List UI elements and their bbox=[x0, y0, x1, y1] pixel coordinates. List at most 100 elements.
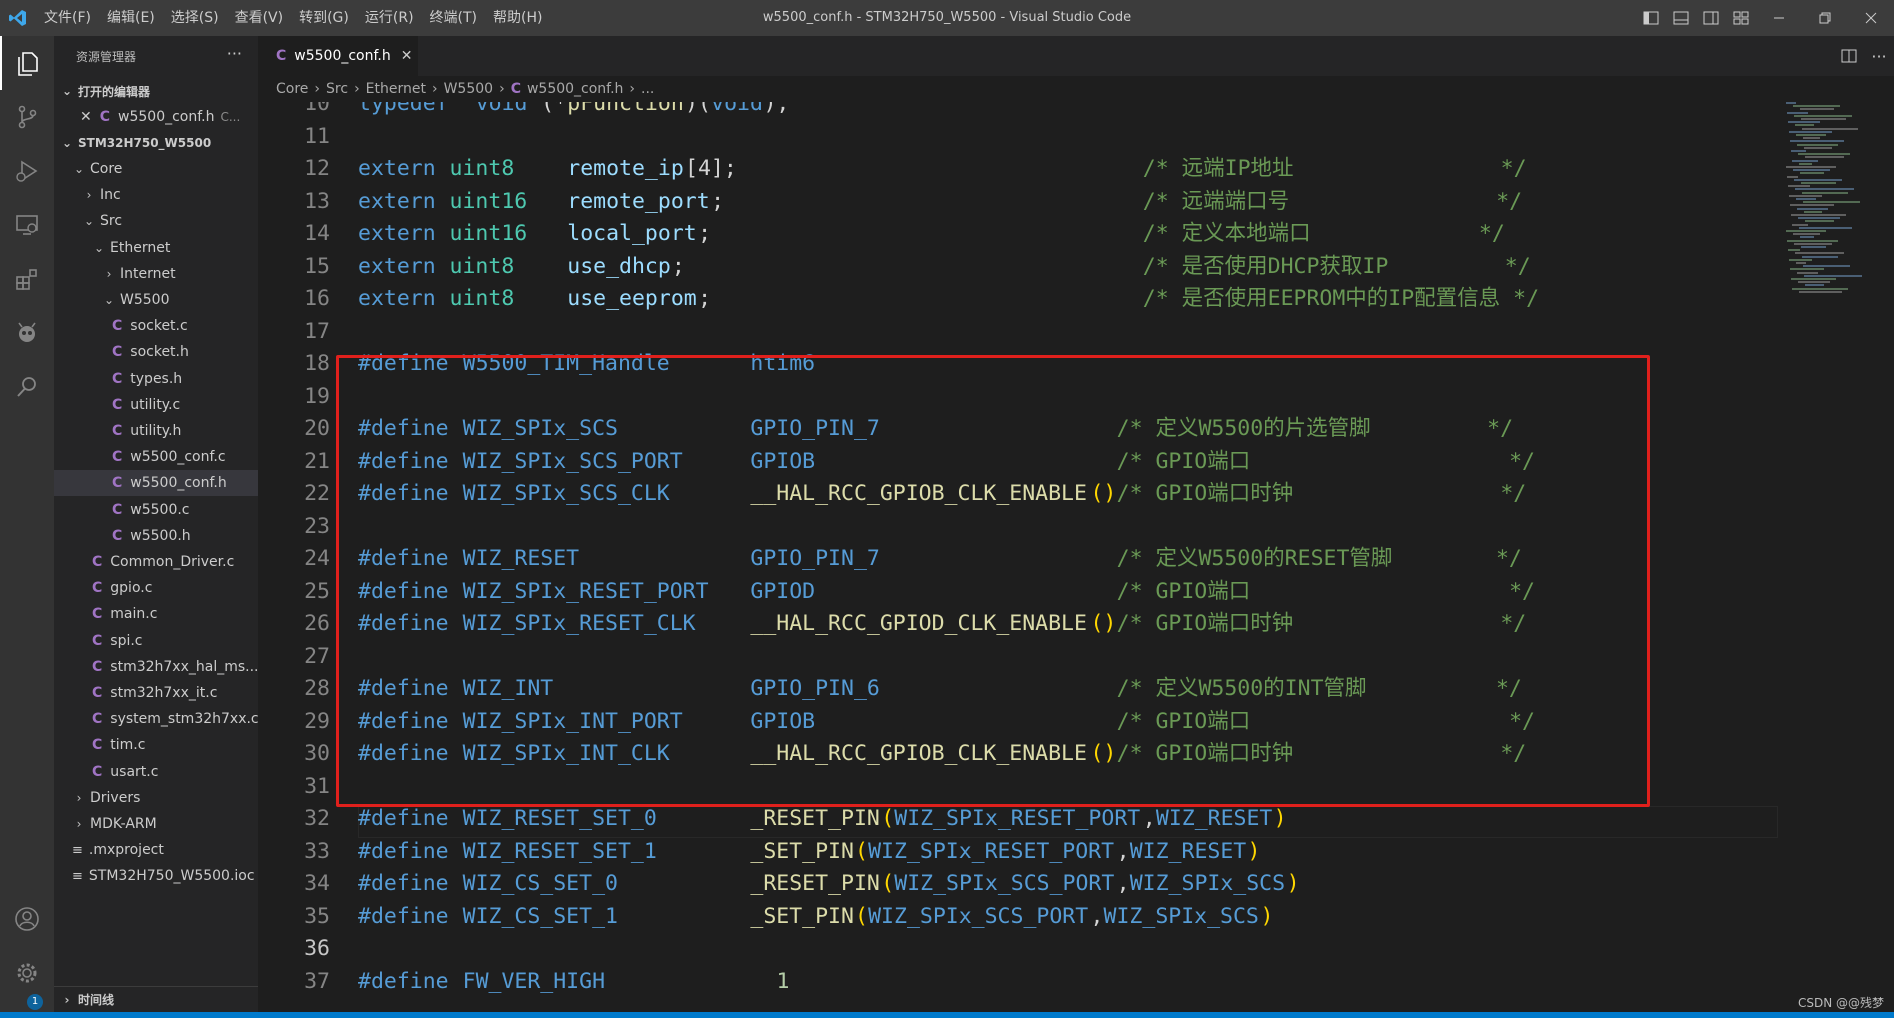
breadcrumb-item[interactable]: W5500 bbox=[444, 81, 493, 97]
extensions-icon[interactable] bbox=[0, 252, 54, 306]
tree-file[interactable]: Csocket.c bbox=[54, 313, 258, 339]
menu-item-0[interactable]: 文件(F) bbox=[36, 0, 99, 36]
open-editor-item[interactable]: ✕ C w5500_conf.h C... bbox=[54, 104, 258, 130]
tree-file[interactable]: Cspi.c bbox=[54, 628, 258, 654]
split-editor-icon[interactable] bbox=[1834, 38, 1864, 74]
text-file-icon: ≡ bbox=[72, 842, 83, 858]
tree-file[interactable]: Cgpio.c bbox=[54, 575, 258, 601]
open-editors-section[interactable]: ⌄ 打开的编辑器 bbox=[54, 78, 258, 104]
menu-item-3[interactable]: 查看(V) bbox=[227, 0, 292, 36]
minimap-line bbox=[1792, 287, 1848, 290]
tree-folder[interactable]: ⌄ W5500 bbox=[54, 287, 258, 313]
source-control-icon[interactable] bbox=[0, 90, 54, 144]
code-token: ) bbox=[1273, 806, 1287, 831]
breadcrumb-item[interactable]: ... bbox=[641, 81, 654, 97]
code-token: void bbox=[711, 102, 763, 116]
close-window-button[interactable] bbox=[1848, 0, 1894, 36]
code-token: WIZ_SPIx_SCS_PORT bbox=[894, 871, 1115, 896]
close-icon[interactable]: ✕ bbox=[80, 109, 92, 125]
tree-file[interactable]: Cutility.c bbox=[54, 392, 258, 418]
tree-folder[interactable]: › Drivers bbox=[54, 785, 258, 811]
tree-folder[interactable]: ⌄ Src bbox=[54, 208, 258, 234]
chevron-right-icon: › bbox=[499, 81, 505, 97]
tree-folder[interactable]: ⌄ Ethernet bbox=[54, 235, 258, 261]
tree-folder[interactable]: ⌄ Core bbox=[54, 156, 258, 182]
tree-file[interactable]: Csocket.h bbox=[54, 339, 258, 365]
manage-gear-icon[interactable] bbox=[0, 946, 54, 1000]
tree-file[interactable]: Cw5500.h bbox=[54, 523, 258, 549]
minimap-line bbox=[1795, 188, 1854, 191]
tree-file[interactable]: Cw5500_conf.h bbox=[54, 470, 258, 497]
menu-item-5[interactable]: 运行(R) bbox=[357, 0, 422, 36]
line-number: 35 bbox=[304, 903, 330, 929]
menu-item-7[interactable]: 帮助(H) bbox=[485, 0, 550, 36]
line-number: 19 bbox=[304, 383, 330, 409]
timeline-section[interactable]: › 时间线 bbox=[54, 986, 258, 1012]
minimap-line bbox=[1802, 191, 1848, 194]
activity-bar bbox=[0, 36, 54, 1018]
tree-file[interactable]: ≡ STM32H750_W5500.ioc bbox=[54, 863, 258, 889]
tree-file[interactable]: Ctim.c bbox=[54, 732, 258, 758]
tree-file[interactable]: Cutility.h bbox=[54, 418, 258, 444]
tab-w5500-conf-h[interactable]: C w5500_conf.h ✕ bbox=[258, 36, 418, 76]
minimize-button[interactable] bbox=[1756, 0, 1802, 36]
restore-button[interactable] bbox=[1802, 0, 1848, 36]
line-number: 17 bbox=[304, 318, 330, 344]
minimap-line bbox=[1796, 198, 1816, 200]
tree-file[interactable]: Cusart.c bbox=[54, 759, 258, 785]
c-file-icon: C bbox=[99, 109, 111, 125]
breadcrumb-item[interactable]: w5500_conf.h bbox=[527, 81, 623, 97]
minimap[interactable] bbox=[1786, 102, 1886, 362]
code-token: uint16 bbox=[449, 221, 528, 246]
tree-folder[interactable]: › MDK-ARM bbox=[54, 811, 258, 837]
code-token: [4]; bbox=[685, 156, 737, 181]
code-editor[interactable]: 10 typedef void (* pFunction)(void); 11 12 exte… bbox=[258, 102, 1894, 1018]
tree-file[interactable]: Cstm32h7xx_it.c bbox=[54, 680, 258, 706]
c-file-icon: C bbox=[112, 423, 123, 439]
project-section[interactable]: ⌄ STM32H750_W5500 bbox=[54, 130, 258, 156]
tree-file[interactable]: Csystem_stm32h7xx.c bbox=[54, 706, 258, 732]
minimap-line bbox=[1794, 114, 1852, 117]
tree-file[interactable]: Cw5500.c bbox=[54, 497, 258, 523]
platformio-alien-icon[interactable] bbox=[0, 306, 54, 360]
menu-item-6[interactable]: 终端(T) bbox=[422, 0, 485, 36]
breadcrumb-item[interactable]: Core bbox=[276, 81, 308, 97]
editor-more-actions-icon[interactable]: ··· bbox=[1864, 38, 1894, 74]
run-debug-icon[interactable] bbox=[0, 144, 54, 198]
tree-file[interactable]: Cstm32h7xx_hal_ms... bbox=[54, 654, 258, 680]
chevron-right-icon: › bbox=[629, 81, 636, 97]
tree-folder[interactable]: › Internet bbox=[54, 261, 258, 287]
toggle-panel-icon[interactable] bbox=[1666, 0, 1696, 36]
menu-item-2[interactable]: 选择(S) bbox=[163, 0, 227, 36]
code-token: (* bbox=[541, 102, 567, 116]
tree-file[interactable]: Ctypes.h bbox=[54, 366, 258, 392]
breadcrumb-item[interactable]: Src bbox=[326, 81, 348, 97]
tree-file[interactable]: Cw5500_conf.c bbox=[54, 444, 258, 470]
tree-item-label: Ethernet bbox=[110, 239, 171, 256]
code-line: 11 bbox=[258, 121, 1778, 153]
customize-layout-icon[interactable] bbox=[1726, 0, 1756, 36]
explorer-icon[interactable] bbox=[0, 36, 54, 90]
search-icon[interactable] bbox=[0, 360, 54, 414]
code-line: 36 bbox=[258, 933, 1778, 965]
tab-close-icon[interactable]: ✕ bbox=[401, 48, 413, 64]
tree-file[interactable]: Cmain.c bbox=[54, 601, 258, 627]
code-token: #define bbox=[358, 968, 449, 994]
remote-explorer-icon[interactable] bbox=[0, 198, 54, 252]
c-file-icon: C bbox=[92, 737, 103, 754]
code-token: /* 定义本地端口 */ bbox=[1142, 221, 1505, 246]
tree-item-label: Common_Driver.c bbox=[110, 554, 235, 570]
menu-item-1[interactable]: 编辑(E) bbox=[99, 0, 163, 36]
breadcrumb-item[interactable]: Ethernet bbox=[366, 81, 426, 97]
c-file-icon: C bbox=[112, 370, 123, 387]
tree-file[interactable]: ≡ .mxproject bbox=[54, 837, 258, 863]
toggle-primary-sidebar-icon[interactable] bbox=[1636, 0, 1666, 36]
more-actions-icon[interactable]: ··· bbox=[227, 44, 242, 63]
toggle-secondary-sidebar-icon[interactable] bbox=[1696, 0, 1726, 36]
code-token: uint8 bbox=[449, 253, 515, 279]
tree-file[interactable]: C Common_Driver.c bbox=[54, 549, 258, 575]
minimap-line bbox=[1797, 207, 1828, 210]
menu-item-4[interactable]: 转到(G) bbox=[291, 0, 357, 36]
accounts-icon[interactable] bbox=[0, 892, 54, 946]
tree-folder[interactable]: › Inc bbox=[54, 182, 258, 208]
